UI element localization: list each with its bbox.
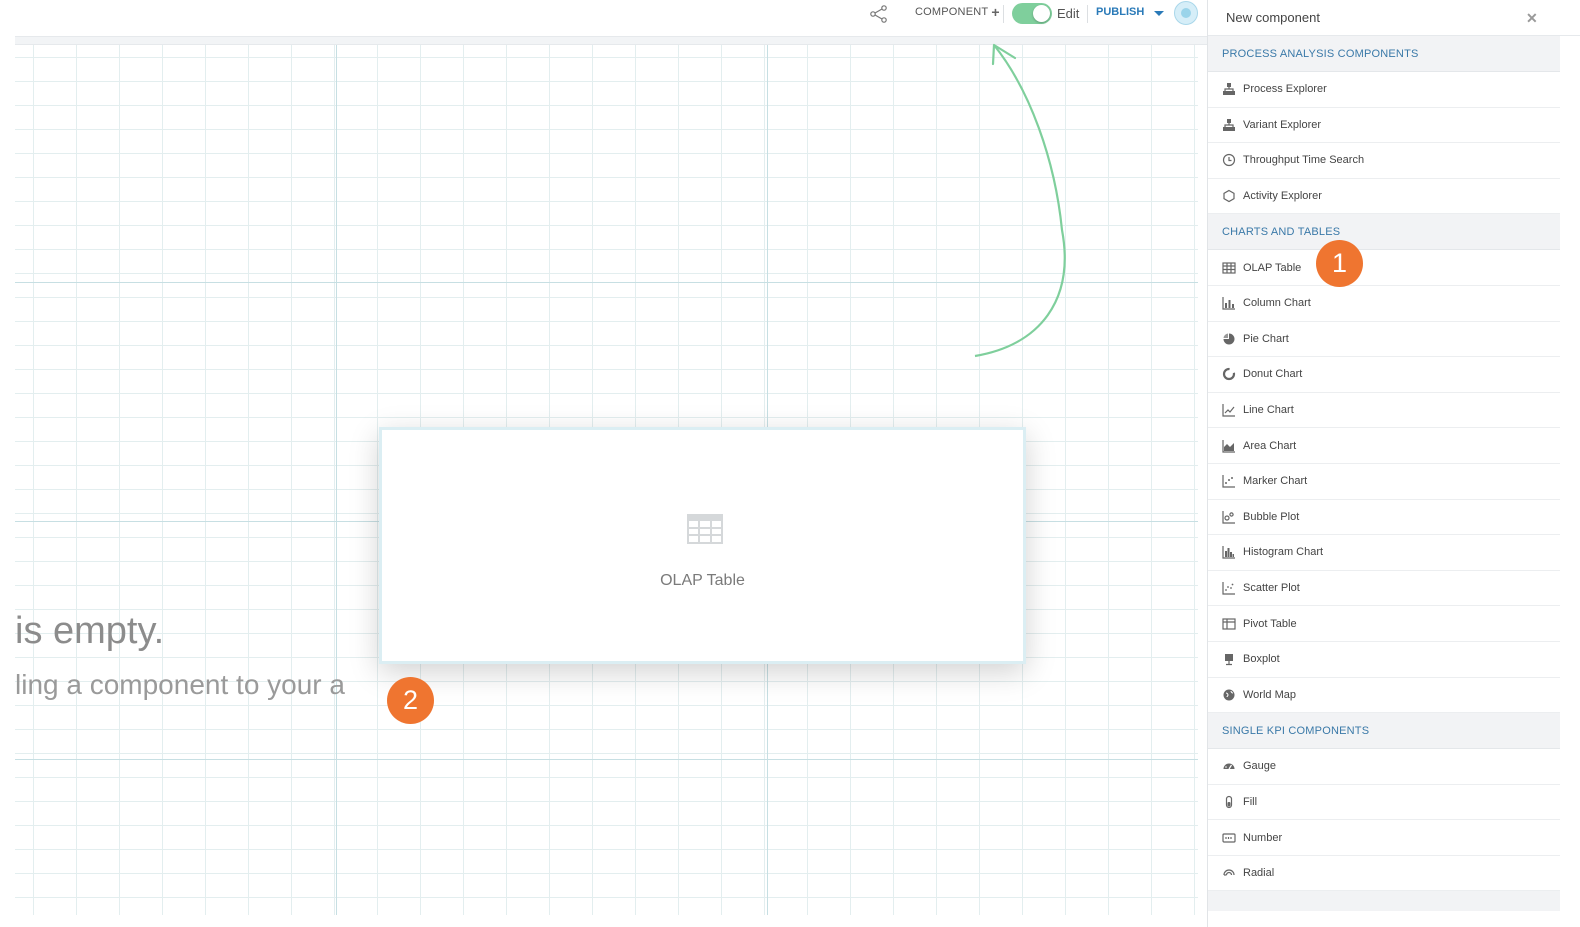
component-item-label: Bubble Plot [1243,510,1300,523]
component-item-radial[interactable]: Radial [1208,856,1560,892]
chevron-down-icon [1154,10,1165,16]
section-header: CHARTS AND TABLES [1208,214,1560,251]
component-item-label: Boxplot [1243,653,1280,666]
component-item-world-map[interactable]: World Map [1208,678,1560,714]
component-item-gauge[interactable]: Gauge [1208,749,1560,785]
histogram-icon [1222,546,1235,560]
component-item-label: Scatter Plot [1243,582,1300,595]
component-item-label: Line Chart [1243,404,1294,417]
component-item-label: World Map [1243,688,1296,701]
hierarchy-icon [1223,118,1235,131]
edit-label: Edit [1057,6,1080,21]
step-badge-2: 2 [387,677,434,724]
scatter-plot-icon [1222,582,1235,595]
component-item-line-chart[interactable]: Line Chart [1208,393,1560,429]
component-item-label: Radial [1243,867,1275,880]
arrow-annotation [974,43,1066,358]
bubble-plot-icon [1222,510,1235,524]
component-item-number[interactable]: Number [1208,820,1560,856]
new-component-panel: New component ✕ PROCESS ANALYSIS COMPONE… [1207,0,1580,927]
component-item-label: Activity Explorer [1243,190,1322,203]
component-item-label: Donut Chart [1243,368,1303,381]
publish-button[interactable]: PUBLISH [1096,6,1165,18]
fill-icon [1225,795,1233,809]
close-icon[interactable]: ✕ [1526,10,1538,27]
component-item-label: Pivot Table [1243,617,1297,630]
boxplot-icon [1225,654,1233,666]
marker-chart-icon [1222,475,1235,488]
component-item-label: Fill [1243,795,1258,808]
component-item-fill[interactable]: Fill [1208,785,1560,821]
dragged-component-card[interactable]: OLAP Table [379,427,1026,664]
table-icon [687,514,723,544]
component-item-activity-explorer[interactable]: Activity Explorer [1208,179,1560,215]
share-icon[interactable] [869,5,889,23]
component-item-label: Column Chart [1243,297,1311,310]
panel-header: New component ✕ [1208,0,1580,36]
step-badge-1: 1 [1316,240,1363,287]
component-item-label: Number [1243,831,1283,844]
hexagon-icon [1223,189,1235,203]
pivot-table-icon [1222,618,1236,630]
pie-chart-icon [1223,333,1235,345]
donut-chart-icon [1222,368,1236,381]
component-item-process-explorer[interactable]: Process Explorer [1208,72,1560,108]
component-item-donut-chart[interactable]: Donut Chart [1208,357,1560,393]
section-header: SINGLE KPI COMPONENTS [1208,713,1560,750]
component-item-pivot-table[interactable]: Pivot Table [1208,606,1560,642]
gauge-icon [1223,763,1235,770]
radial-icon [1223,869,1235,876]
grid-major-line [336,45,337,915]
toggle-knob [1033,5,1050,22]
toolbar-divider [1003,5,1004,23]
number-icon [1222,832,1236,843]
publish-label: PUBLISH [1096,6,1145,18]
component-item-label: Pie Chart [1243,332,1289,345]
section-header: PROCESS ANALYSIS COMPONENTS [1208,36,1560,72]
component-item-label: Process Explorer [1243,83,1327,96]
empty-state-title: is empty. [15,610,165,652]
component-item-variant-explorer[interactable]: Variant Explorer [1208,108,1560,144]
globe-icon [1223,689,1235,701]
panel-footer [1208,891,1560,912]
line-chart-icon [1222,404,1235,417]
component-item-olap-table[interactable]: OLAP Table [1208,250,1560,286]
area-chart-icon [1222,439,1235,453]
table-icon [1222,262,1236,274]
component-item-area-chart[interactable]: Area Chart [1208,428,1560,464]
edit-mode-toggle[interactable] [1012,3,1052,24]
component-item-throughput-time-search[interactable]: Throughput Time Search [1208,143,1560,179]
component-item-label: Variant Explorer [1243,118,1322,131]
component-item-label: Area Chart [1243,439,1297,452]
component-item-label: Histogram Chart [1243,546,1324,559]
empty-state-subtitle: ling a component to your a [15,669,345,700]
component-item-label: Throughput Time Search [1243,154,1365,167]
add-component-button[interactable]: COMPONENT + [915,3,1000,20]
grid-major-line [15,759,1198,760]
component-item-boxplot[interactable]: Boxplot [1208,642,1560,678]
component-item-label: OLAP Table [1243,261,1302,274]
component-item-label: Gauge [1243,760,1277,773]
avatar[interactable] [1174,1,1198,25]
plus-icon: + [991,3,1000,20]
add-component-label: COMPONENT [915,6,989,18]
toolbar-divider [1087,5,1088,23]
column-chart-icon [1222,297,1235,310]
component-item-marker-chart[interactable]: Marker Chart [1208,464,1560,500]
component-item-pie-chart[interactable]: Pie Chart [1208,322,1560,358]
panel-title: New component [1226,10,1320,25]
clock-icon [1222,154,1236,167]
component-item-column-chart[interactable]: Column Chart [1208,286,1560,322]
component-item-label: Marker Chart [1243,475,1308,488]
component-list: PROCESS ANALYSIS COMPONENTS Process Explo… [1208,36,1580,892]
component-item-bubble-plot[interactable]: Bubble Plot [1208,500,1560,536]
component-item-scatter-plot[interactable]: Scatter Plot [1208,571,1560,607]
dragged-card-label: OLAP Table [660,572,745,589]
component-item-histogram-chart[interactable]: Histogram Chart [1208,535,1560,571]
hierarchy-icon [1223,83,1235,96]
